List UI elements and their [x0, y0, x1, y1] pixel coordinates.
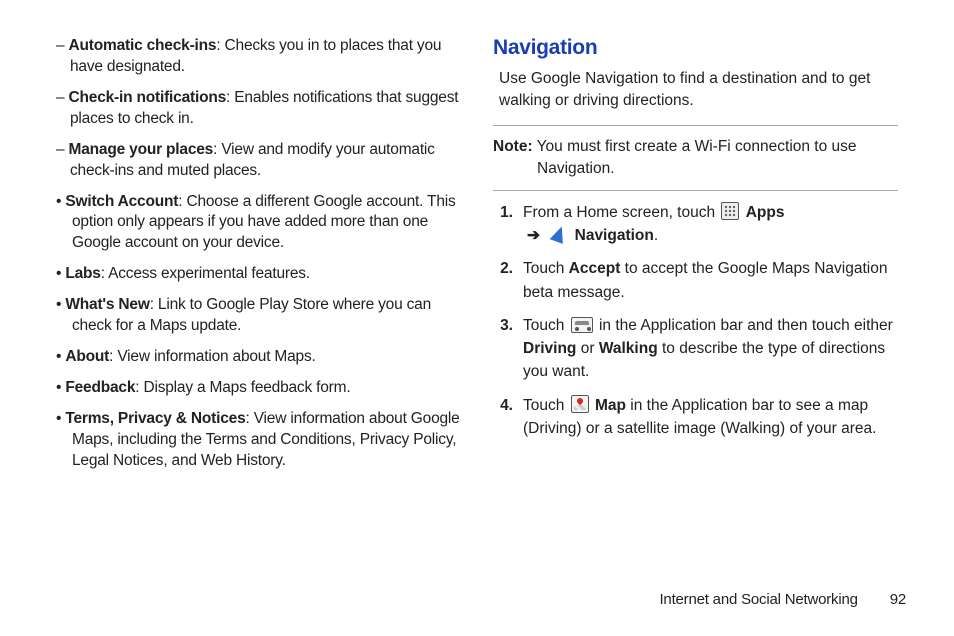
- term: Check-in notifications: [69, 89, 227, 106]
- bullet-item: What's New: Link to Google Play Store wh…: [56, 295, 461, 337]
- term: Manage your places: [69, 141, 214, 158]
- bullet-item: About: View information about Maps.: [56, 347, 461, 368]
- term: Labs: [65, 265, 100, 282]
- apps-label: Apps: [746, 204, 785, 221]
- arrow-icon: ➔: [527, 227, 540, 244]
- section-heading: Navigation: [493, 36, 898, 60]
- desc: : View information about Maps.: [109, 348, 316, 365]
- dash-list: Automatic check-ins: Checks you in to pl…: [56, 36, 461, 182]
- step-number: 4.: [493, 394, 523, 441]
- driving-label: Driving: [523, 340, 576, 357]
- dash-item: Automatic check-ins: Checks you in to pl…: [56, 36, 461, 78]
- text: .: [654, 227, 658, 244]
- bullet-item: Switch Account: Choose a different Googl…: [56, 192, 461, 255]
- text: Touch: [523, 397, 569, 414]
- text: in the Application bar and then touch ei…: [599, 317, 893, 334]
- term: Automatic check-ins: [69, 37, 217, 54]
- step-item: 2. Touch Accept to accept the Google Map…: [493, 257, 898, 304]
- desc: : Display a Maps feedback form.: [135, 379, 350, 396]
- term: Switch Account: [65, 193, 178, 210]
- text: or: [576, 340, 598, 357]
- bullet-item: Feedback: Display a Maps feedback form.: [56, 378, 461, 399]
- note: Note: You must first create a Wi-Fi conn…: [493, 136, 898, 179]
- steps-list: 1. From a Home screen, touch Apps ➔ Navi…: [493, 201, 898, 440]
- step-body: From a Home screen, touch Apps ➔ Navigat…: [523, 201, 898, 248]
- footer-section: Internet and Social Networking: [659, 591, 857, 608]
- bullet-list: Switch Account: Choose a different Googl…: [56, 192, 461, 472]
- term: What's New: [65, 296, 149, 313]
- step-body: Touch Accept to accept the Google Maps N…: [523, 257, 898, 304]
- desc: : Access experimental features.: [101, 265, 310, 282]
- text: Touch: [523, 260, 569, 277]
- left-column: Automatic check-ins: Checks you in to pl…: [40, 36, 477, 636]
- step-body: Touch in the Application bar and then to…: [523, 314, 898, 384]
- divider: [493, 190, 898, 191]
- page: Automatic check-ins: Checks you in to pl…: [0, 0, 954, 636]
- car-icon: [571, 317, 593, 333]
- step-item: 1. From a Home screen, touch Apps ➔ Navi…: [493, 201, 898, 248]
- step-number: 2.: [493, 257, 523, 304]
- intro-text: Use Google Navigation to find a destinat…: [499, 68, 898, 111]
- map-icon: [571, 395, 589, 413]
- dash-item: Check-in notifications: Enables notifica…: [56, 88, 461, 130]
- term: About: [65, 348, 109, 365]
- note-label: Note:: [493, 138, 533, 155]
- walking-label: Walking: [599, 340, 658, 357]
- bullet-item: Terms, Privacy & Notices: View informati…: [56, 409, 461, 472]
- bullet-item: Labs: Access experimental features.: [56, 264, 461, 285]
- step-item: 4. Touch Map in the Application bar to s…: [493, 394, 898, 441]
- divider: [493, 125, 898, 126]
- text: From a Home screen, touch: [523, 204, 719, 221]
- apps-icon: [721, 202, 739, 220]
- term: Terms, Privacy & Notices: [65, 410, 245, 427]
- term: Feedback: [65, 379, 135, 396]
- step-number: 1.: [493, 201, 523, 248]
- note-text: You must first create a Wi-Fi connection…: [533, 138, 857, 177]
- page-footer: Internet and Social Networking 92: [659, 591, 906, 608]
- navigation-icon: [550, 224, 569, 244]
- accept-label: Accept: [569, 260, 621, 277]
- map-label: Map: [595, 397, 626, 414]
- step-item: 3. Touch in the Application bar and then…: [493, 314, 898, 384]
- navigation-label: Navigation: [575, 227, 654, 244]
- dash-item: Manage your places: View and modify your…: [56, 140, 461, 182]
- right-column: Navigation Use Google Navigation to find…: [477, 36, 914, 636]
- step-body: Touch Map in the Application bar to see …: [523, 394, 898, 441]
- page-number: 92: [890, 591, 906, 608]
- step-number: 3.: [493, 314, 523, 384]
- text: Touch: [523, 317, 569, 334]
